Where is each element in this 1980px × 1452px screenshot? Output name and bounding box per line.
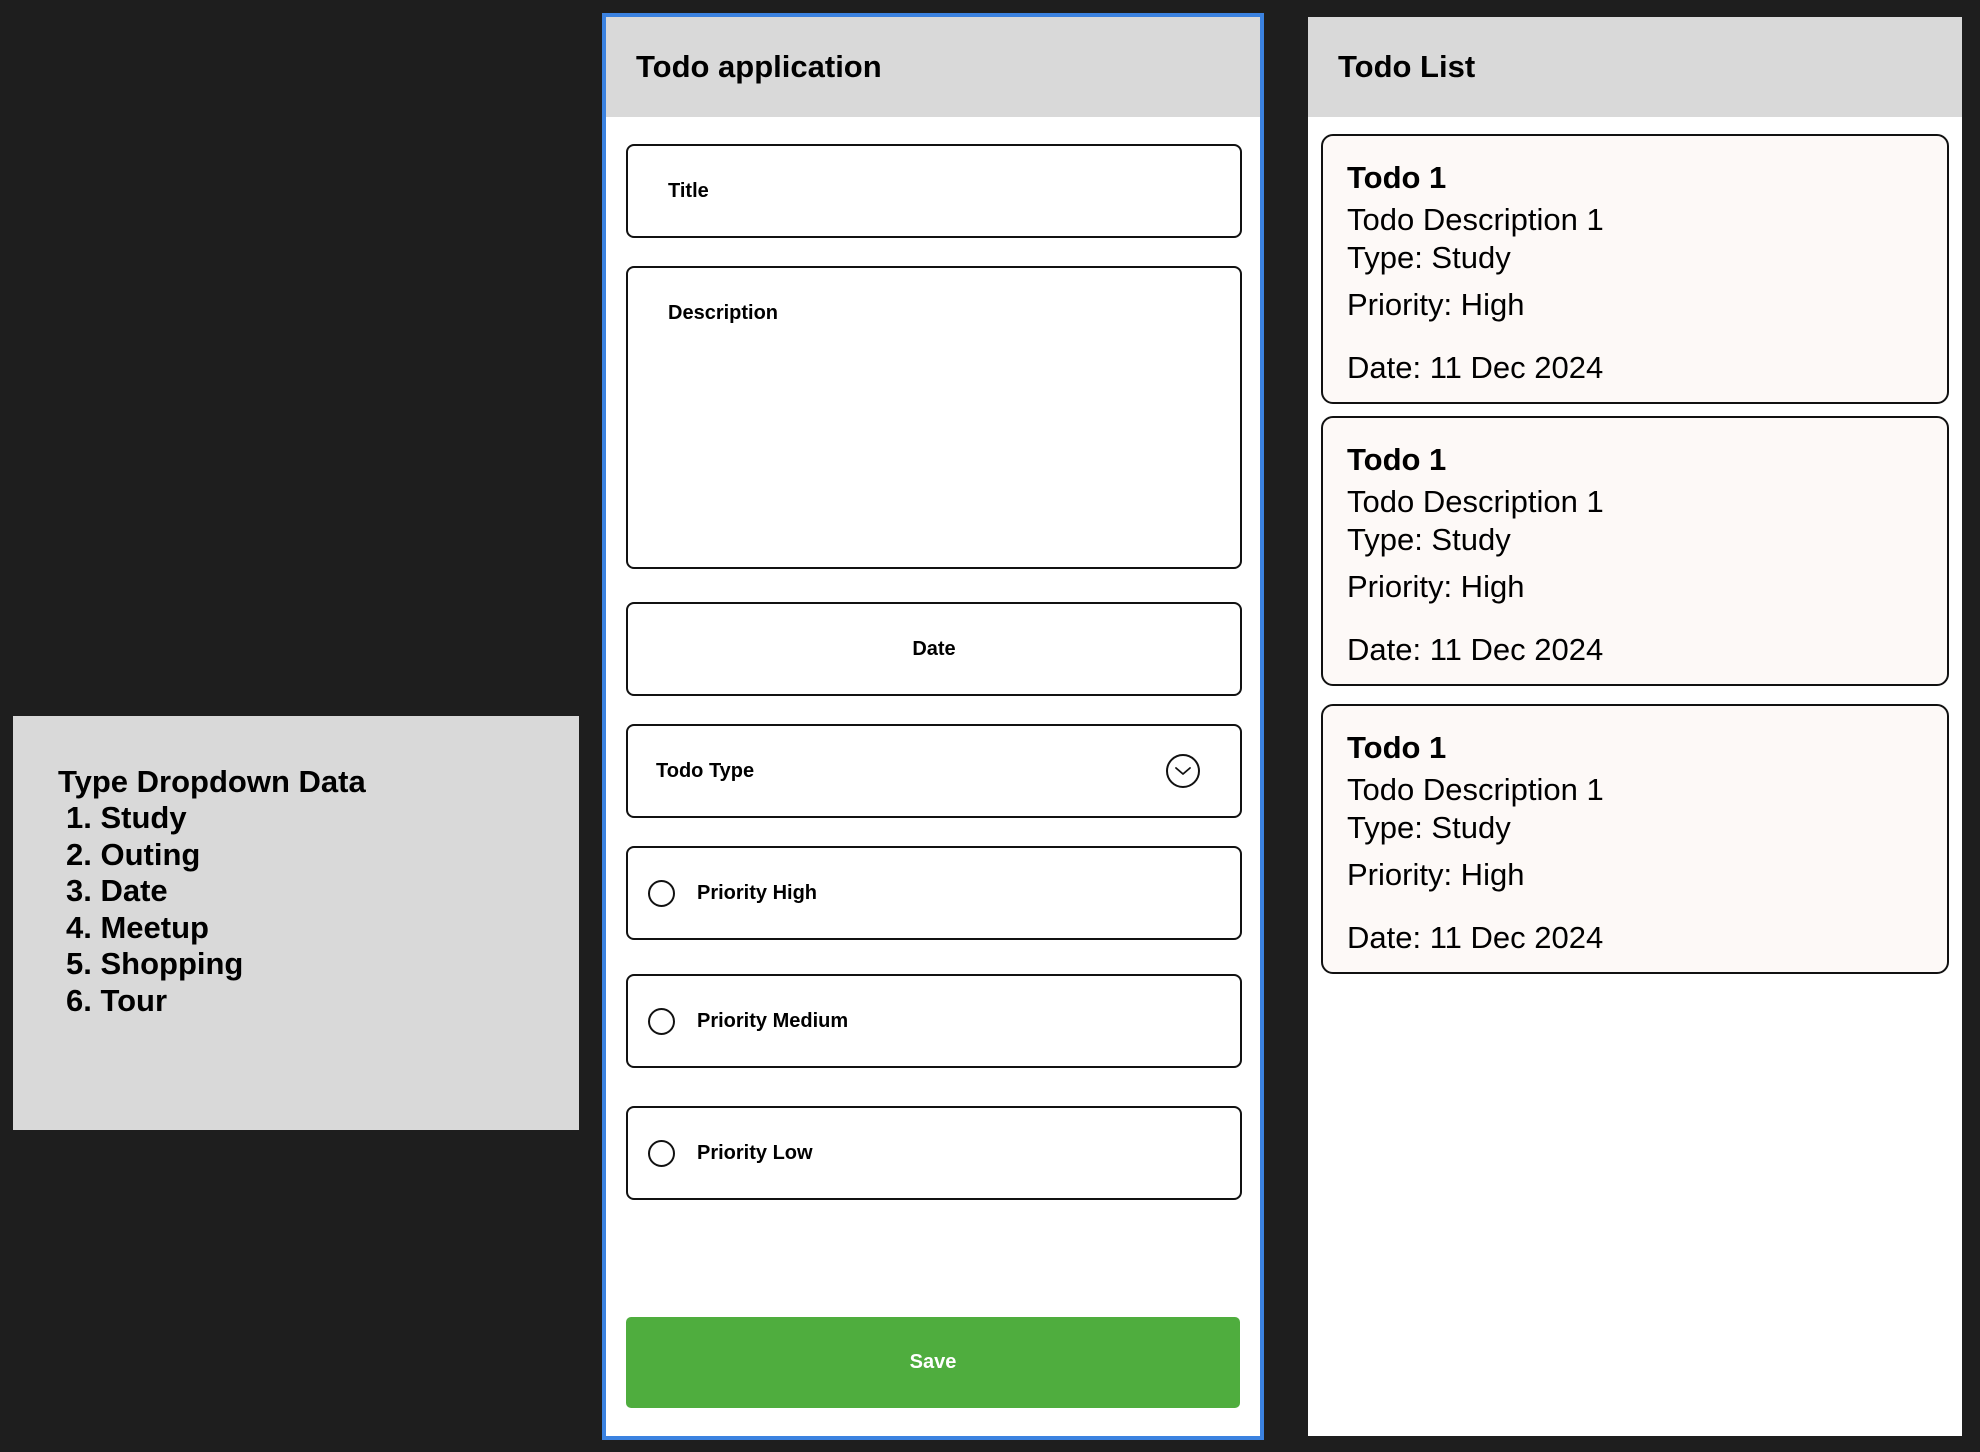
todo-priority: Priority: High (1347, 287, 1525, 322)
note-item: 6. Tour (66, 982, 168, 1018)
todo-card[interactable]: Todo 1 Todo Description 1 Type: Study Pr… (1321, 704, 1949, 974)
radio-icon[interactable] (648, 879, 675, 907)
todo-type-dropdown[interactable]: Todo Type (626, 724, 1242, 818)
todo-title: Todo 1 (1347, 442, 1447, 477)
date-field[interactable]: Date (626, 602, 1242, 696)
chevron-down-icon (1175, 767, 1191, 775)
todo-priority: Priority: High (1347, 857, 1525, 892)
todo-form-panel: Todo application Title Description Date … (602, 13, 1264, 1440)
todo-type: Type: Study (1347, 810, 1511, 845)
description-placeholder: Description (668, 302, 779, 324)
description-field[interactable]: Description (626, 266, 1242, 569)
todo-description: Todo Description 1 (1347, 484, 1604, 519)
radio-icon[interactable] (648, 1007, 675, 1035)
todo-description: Todo Description 1 (1347, 202, 1604, 237)
date-placeholder: Date (912, 637, 956, 660)
todo-type: Type: Study (1347, 240, 1511, 275)
todo-priority: Priority: High (1347, 569, 1525, 604)
priority-low-label: Priority Low (697, 1141, 813, 1164)
title-placeholder: Title (668, 179, 709, 202)
todo-title: Todo 1 (1347, 160, 1447, 195)
todo-date: Date: 11 Dec 2024 (1347, 920, 1604, 955)
todo-type: Type: Study (1347, 522, 1511, 557)
priority-medium-option[interactable]: Priority Medium (626, 974, 1242, 1068)
priority-low-option[interactable]: Priority Low (626, 1106, 1242, 1200)
todo-list-panel: Todo List Todo 1 Todo Description 1 Type… (1308, 17, 1962, 1436)
chevron-down-circle-icon[interactable] (1166, 754, 1200, 788)
note-item: 4. Meetup (66, 909, 209, 945)
note-list: 1. Study 2. Outing 3. Date 4. Meetup 5. … (58, 800, 579, 1020)
todo-description: Todo Description 1 (1347, 772, 1604, 807)
list-header-title: Todo List (1338, 49, 1476, 84)
form-header: Todo application (606, 17, 1260, 117)
form-header-title: Todo application (636, 49, 882, 84)
list-header: Todo List (1308, 17, 1962, 117)
radio-icon[interactable] (648, 1139, 675, 1167)
todo-date: Date: 11 Dec 2024 (1347, 632, 1604, 667)
todo-date: Date: 11 Dec 2024 (1347, 350, 1604, 385)
save-button[interactable]: Save (626, 1317, 1240, 1408)
priority-high-option[interactable]: Priority High (626, 846, 1242, 940)
note-item: 5. Shopping (66, 946, 244, 982)
todo-type-label: Todo Type (656, 759, 755, 782)
title-field[interactable]: Title (626, 144, 1242, 238)
priority-medium-label: Priority Medium (697, 1009, 849, 1032)
note-item: 2. Outing (66, 836, 201, 872)
todo-card[interactable]: Todo 1 Todo Description 1 Type: Study Pr… (1321, 134, 1949, 404)
note-title: Type Dropdown Data (58, 764, 366, 799)
note-item: 1. Study (66, 800, 187, 835)
todo-title: Todo 1 (1347, 730, 1447, 765)
priority-high-label: Priority High (697, 881, 818, 904)
type-dropdown-note: Type Dropdown Data 1. Study 2. Outing 3.… (13, 716, 579, 1130)
todo-card[interactable]: Todo 1 Todo Description 1 Type: Study Pr… (1321, 416, 1949, 686)
note-item: 3. Date (66, 873, 168, 909)
